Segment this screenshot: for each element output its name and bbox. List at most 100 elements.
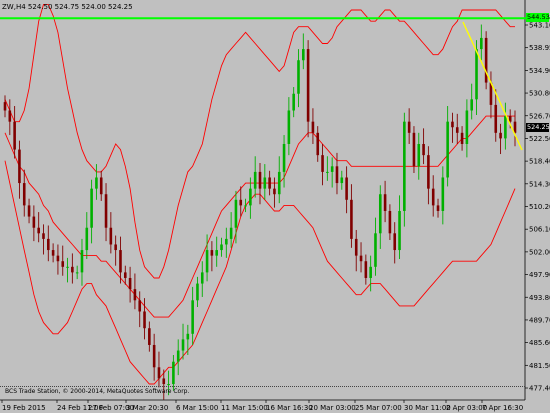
candle-body <box>191 300 194 334</box>
candle-body <box>32 216 36 228</box>
price-tick-label: 502.00 <box>529 248 550 256</box>
price-tick-label: 489.70 <box>529 316 550 324</box>
candle-body <box>407 121 411 133</box>
candle-body <box>172 361 175 385</box>
candle-body <box>393 233 397 251</box>
candle-body <box>431 188 435 206</box>
candle-body <box>297 60 300 94</box>
candle-body <box>446 121 449 178</box>
candle-body <box>388 210 392 234</box>
candle-body <box>422 143 425 156</box>
candle-body <box>335 166 339 184</box>
candle-body <box>229 227 233 239</box>
candle-body <box>340 177 344 184</box>
candle-body <box>66 266 69 268</box>
candle-body <box>302 49 305 61</box>
candle-body <box>345 177 348 200</box>
time-tick-label: 19 Feb 2015 <box>2 404 46 412</box>
time-tick-label: 3 Mar 20:30 <box>126 404 168 412</box>
candle-body <box>263 177 267 189</box>
candle-body <box>282 143 286 172</box>
time-tick-label: 16 Mar 16:30 <box>266 404 313 412</box>
candle-body <box>22 183 26 206</box>
price-tick-label: 538.95 <box>529 44 550 52</box>
candle-body <box>383 194 387 211</box>
candle-body <box>3 102 7 111</box>
candle-body <box>42 233 45 239</box>
candle-body <box>186 333 190 340</box>
candle-body <box>109 227 113 245</box>
price-tick-label: 530.80 <box>529 90 550 98</box>
candle-body <box>359 255 363 262</box>
candle-body <box>277 171 281 195</box>
price-tick-label: 510.20 <box>529 203 550 211</box>
price-tick-label: 522.50 <box>529 135 550 143</box>
price-tick-label: 526.70 <box>529 112 550 120</box>
candle-body <box>436 205 440 211</box>
candle-body <box>403 121 406 211</box>
time-tick-label: 11 Mar 15:00 <box>221 404 268 412</box>
candle-body <box>200 272 204 284</box>
candle-body <box>133 289 137 301</box>
candle-body <box>306 49 310 122</box>
candle-body <box>494 104 498 133</box>
candle-body <box>196 283 199 301</box>
candle-body <box>8 110 12 122</box>
candle-body <box>157 367 161 379</box>
chart-window[interactable]: 543.10 538.95 534.90 530.80 526.70 522.50 518.… <box>0 0 550 413</box>
candle-body <box>258 171 262 189</box>
candle-body <box>205 250 209 273</box>
candle-body <box>47 238 50 251</box>
candle-body <box>128 277 132 290</box>
candle-body <box>475 49 478 100</box>
candle-body <box>90 188 93 228</box>
candle-body <box>330 166 334 172</box>
candle-body <box>85 227 89 251</box>
candle-body <box>75 272 79 274</box>
symbol-label: ZW,H4 <box>2 3 26 11</box>
candle-body <box>480 37 483 50</box>
candle-body <box>215 250 218 256</box>
candle-body <box>451 121 454 128</box>
candle-body <box>80 250 84 273</box>
candle-body <box>287 110 291 144</box>
candle-body <box>56 255 60 262</box>
candle-body <box>181 339 185 351</box>
candle-body <box>374 233 377 267</box>
candle-body <box>504 116 507 139</box>
candle-body <box>220 244 223 251</box>
candle-body <box>119 250 122 273</box>
candle-body <box>354 238 358 256</box>
candle-body <box>268 177 271 189</box>
price-tick-label: 518.40 <box>529 158 550 166</box>
current-price-label: 524.25 <box>526 123 550 132</box>
price-chart[interactable]: 543.10 538.95 534.90 530.80 526.70 522.50 518.… <box>0 0 550 413</box>
candle-body <box>499 132 502 139</box>
candle-body <box>465 110 469 144</box>
candle-body <box>162 378 166 385</box>
candle-body <box>176 350 180 362</box>
copyright-text: BCS Trade Station, © 2000-2014, MetaQuot… <box>5 388 190 395</box>
candle-body <box>71 266 74 273</box>
price-tick-label: 506.10 <box>529 226 550 234</box>
candle-body <box>398 210 401 251</box>
horizontal-line-price-label: 544.53 <box>526 13 550 22</box>
candle-body <box>326 171 329 173</box>
candle-body <box>253 171 257 189</box>
candle-body <box>412 132 416 167</box>
candle-body <box>148 328 151 345</box>
candle-body <box>225 238 228 245</box>
candle-body <box>123 272 127 278</box>
candle-body <box>13 121 16 150</box>
price-tick-label: 534.90 <box>529 67 550 75</box>
price-tick-label: 543.10 <box>529 22 550 30</box>
candle-body <box>114 244 117 251</box>
candle-body <box>513 121 517 133</box>
price-tick-label: 481.50 <box>529 362 550 370</box>
candle-body <box>316 132 320 156</box>
candle-body <box>350 199 353 239</box>
candle-body <box>441 177 445 211</box>
ohlc-values: 524.50 524.75 524.00 524.25 <box>27 3 133 11</box>
price-tick-label: 514.30 <box>529 180 550 188</box>
candle-body <box>417 143 421 167</box>
